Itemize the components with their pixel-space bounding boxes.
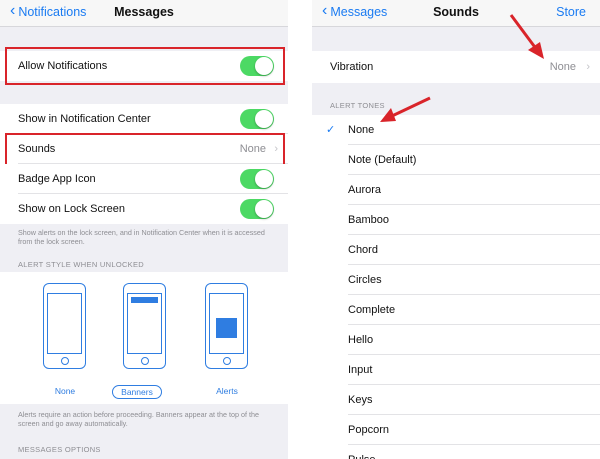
- allow-notifications-label: Allow Notifications: [18, 60, 108, 72]
- sounds-value: None: [239, 143, 266, 155]
- back-button[interactable]: ‹ Messages: [322, 2, 388, 20]
- home-button-icon: [140, 357, 149, 365]
- alert-style-banners-option[interactable]: [123, 283, 166, 369]
- badge-label: Badge App Icon: [18, 173, 96, 185]
- alert-style-none-option[interactable]: [43, 283, 86, 369]
- messages-settings-panel: ‹ Notifications Messages Allow Notificat…: [0, 0, 288, 459]
- banner-preview: [131, 297, 158, 303]
- tone-label: Hello: [348, 334, 374, 346]
- sounds-label: Sounds: [18, 143, 56, 155]
- alert-style-footer: Alerts require an action before proceedi…: [18, 410, 259, 428]
- tone-row[interactable]: Chord: [312, 235, 600, 265]
- allow-notifications-row: Allow Notifications: [0, 51, 288, 81]
- messages-options-header: MESSAGES OPTIONS: [18, 445, 101, 454]
- alert-style-alerts-label[interactable]: Alerts: [192, 386, 262, 396]
- sounds-settings-panel: ‹ Messages Sounds Store Vibration None ›…: [312, 0, 600, 459]
- tone-label: Keys: [348, 394, 373, 406]
- vibration-label: Vibration: [330, 61, 374, 73]
- back-label: Notifications: [18, 5, 87, 19]
- lock-screen-toggle[interactable]: [240, 199, 274, 219]
- tone-label: Input: [348, 364, 373, 376]
- tone-row[interactable]: Popcorn: [312, 415, 600, 445]
- tone-row[interactable]: Hello: [312, 325, 600, 355]
- vibration-row[interactable]: Vibration None ›: [312, 51, 600, 83]
- alert-style-picker: None Banners Alerts: [0, 272, 288, 404]
- back-button[interactable]: ‹ Notifications: [10, 2, 87, 20]
- chevron-right-icon: ›: [586, 61, 590, 73]
- tone-row[interactable]: Bamboo: [312, 205, 600, 235]
- nav-bar: ‹ Messages Sounds Store: [312, 0, 600, 27]
- badge-toggle[interactable]: [240, 169, 274, 189]
- tone-label: Pulse: [348, 454, 376, 459]
- show-in-center-toggle[interactable]: [240, 109, 274, 129]
- tone-label: Note (Default): [348, 154, 417, 166]
- tone-label: Aurora: [348, 184, 382, 196]
- tone-label: None: [348, 124, 375, 136]
- tone-row[interactable]: Keys: [312, 385, 600, 415]
- tone-row[interactable]: Circles: [312, 265, 600, 295]
- tone-row[interactable]: Input: [312, 355, 600, 385]
- phone-screen: [127, 293, 162, 354]
- phone-screen: [47, 293, 82, 354]
- tone-label: Complete: [348, 304, 396, 316]
- back-label: Messages: [330, 5, 388, 19]
- chevron-left-icon: ‹: [10, 2, 16, 19]
- alert-preview: [216, 318, 237, 338]
- home-button-icon: [60, 357, 69, 365]
- lock-screen-footer: Show alerts on the lock screen, and in N…: [18, 228, 265, 246]
- show-in-center-label: Show in Notification Center: [18, 113, 151, 125]
- allow-notifications-toggle[interactable]: [240, 56, 274, 76]
- tone-label: Circles: [348, 274, 382, 286]
- sounds-row[interactable]: Sounds None ›: [0, 134, 288, 164]
- tone-label: Chord: [348, 244, 378, 256]
- tone-row[interactable]: ✓ None: [312, 115, 600, 145]
- section-spacer: [312, 27, 600, 51]
- panel-divider: [288, 0, 312, 459]
- chevron-right-icon: ›: [274, 143, 278, 155]
- alert-style-none-label[interactable]: None: [30, 386, 100, 396]
- tone-row[interactable]: Note (Default): [312, 145, 600, 175]
- phone-screen: [209, 293, 244, 354]
- nav-bar: ‹ Notifications Messages: [0, 0, 288, 27]
- tone-row[interactable]: Pulse: [312, 445, 600, 459]
- tone-row[interactable]: Aurora: [312, 175, 600, 205]
- show-on-lock-screen-row: Show on Lock Screen: [0, 194, 288, 224]
- checkmark-icon: ✓: [326, 124, 336, 136]
- alert-tones-section: ALERT TONES: [312, 83, 600, 115]
- alert-style-banners-label[interactable]: Banners: [112, 385, 162, 399]
- store-button[interactable]: Store: [556, 5, 586, 19]
- show-in-notification-center-row: Show in Notification Center: [0, 104, 288, 134]
- alert-style-header: ALERT STYLE WHEN UNLOCKED: [18, 260, 145, 269]
- alert-tones-header: ALERT TONES: [330, 101, 385, 110]
- home-button-icon: [222, 357, 231, 365]
- tone-row[interactable]: Complete: [312, 295, 600, 325]
- alert-style-alerts-option[interactable]: [205, 283, 248, 369]
- tone-label: Popcorn: [348, 424, 389, 436]
- vibration-value: None: [549, 61, 576, 73]
- tone-label: Bamboo: [348, 214, 389, 226]
- lock-screen-label: Show on Lock Screen: [18, 203, 126, 215]
- chevron-left-icon: ‹: [322, 2, 328, 19]
- badge-app-icon-row: Badge App Icon: [0, 164, 288, 194]
